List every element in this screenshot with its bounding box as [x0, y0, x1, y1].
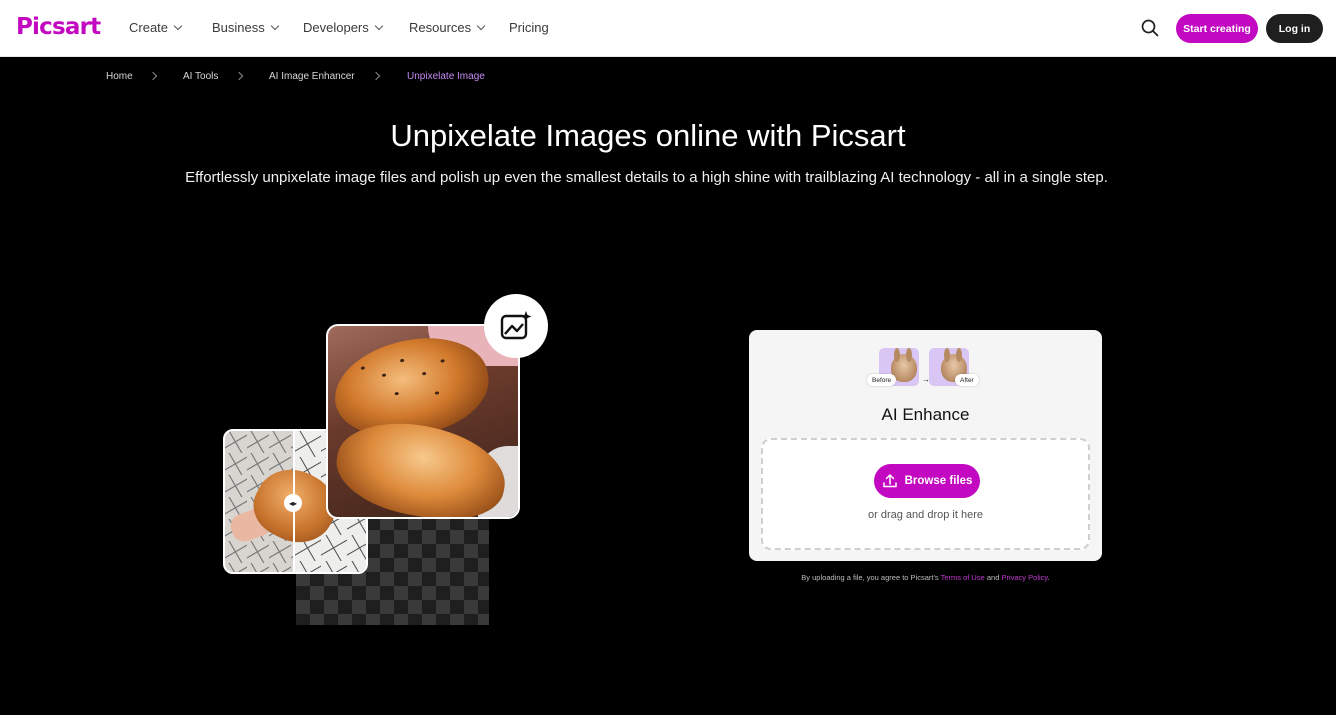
upload-icon	[882, 474, 897, 488]
before-label: Before	[867, 374, 897, 386]
nav-create-label: Create	[129, 20, 169, 35]
rabbit-ear	[956, 348, 962, 362]
seed	[394, 391, 399, 396]
rabbit-ear	[944, 348, 950, 362]
upload-panel-title: AI Enhance	[881, 405, 970, 424]
nav-business[interactable]: Business	[212, 20, 279, 35]
drag-drop-hint: or drag and drop it here	[868, 509, 983, 521]
rabbit-ear	[894, 348, 900, 362]
nav-developers[interactable]: Developers	[303, 20, 384, 35]
search-icon[interactable]	[1141, 19, 1159, 37]
after-label: After	[955, 374, 979, 386]
nav-resources-label: Resources	[409, 20, 472, 35]
chevron-right-icon	[234, 71, 244, 81]
breadcrumb-current: Unpixelate Image	[407, 71, 485, 82]
chevron-down-icon	[374, 21, 384, 30]
seed	[399, 358, 405, 363]
page-subtitle: Effortlessly unpixelate image files and …	[185, 169, 1108, 186]
chevron-right-icon	[371, 71, 381, 81]
seed	[440, 359, 445, 363]
nav-developers-label: Developers	[303, 20, 369, 35]
croissant-photo-card	[326, 324, 520, 519]
seed	[421, 371, 427, 376]
terms-suffix: .	[1047, 573, 1050, 582]
rabbit-ear	[906, 348, 912, 362]
upload-panel: Before → After AI Enhance Browse files o…	[749, 330, 1102, 561]
terms-prefix: By uploading a file, you agree to Picsar…	[801, 573, 941, 582]
nav-create[interactable]: Create	[129, 20, 183, 35]
comparison-slider-handle-icon: ◂▸	[284, 494, 302, 512]
nav-resources[interactable]: Resources	[409, 20, 486, 35]
file-dropzone[interactable]: Browse files or drag and drop it here	[761, 438, 1090, 550]
breadcrumb-ai-image-enhancer[interactable]: AI Image Enhancer	[269, 71, 355, 82]
terms-of-use-link[interactable]: Terms of Use	[941, 573, 985, 582]
image-sparkle-icon	[500, 311, 532, 340]
chevron-down-icon	[173, 21, 183, 30]
arrow-right-icon: →	[922, 375, 930, 384]
chevron-down-icon	[476, 21, 486, 30]
breadcrumb-ai-tools[interactable]: AI Tools	[183, 71, 218, 82]
upload-terms-notice: By uploading a file, you agree to Picsar…	[749, 573, 1102, 582]
breadcrumb-home[interactable]: Home	[106, 71, 133, 82]
browse-files-label: Browse files	[904, 475, 973, 487]
seed	[360, 366, 366, 370]
seed	[381, 373, 387, 377]
browse-files-button[interactable]: Browse files	[874, 464, 980, 498]
privacy-policy-link[interactable]: Privacy Policy	[1001, 573, 1047, 582]
ai-enhance-badge	[484, 294, 548, 358]
nav-business-label: Business	[212, 20, 265, 35]
seed	[434, 391, 440, 395]
terms-and: and	[984, 573, 1002, 582]
picsart-logo[interactable]: Picsart	[16, 14, 101, 40]
chevron-right-icon	[148, 71, 158, 81]
nav-pricing-label: Pricing	[509, 20, 549, 35]
log-in-button[interactable]: Log in	[1266, 14, 1323, 43]
nav-pricing[interactable]: Pricing	[509, 20, 549, 35]
chevron-down-icon	[270, 21, 279, 30]
top-navigation-bar: Picsart Create Business Developers Resou…	[0, 0, 1336, 57]
page-title: Unpixelate Images online with Picsart	[390, 118, 906, 153]
start-creating-button[interactable]: Start creating	[1176, 14, 1258, 43]
